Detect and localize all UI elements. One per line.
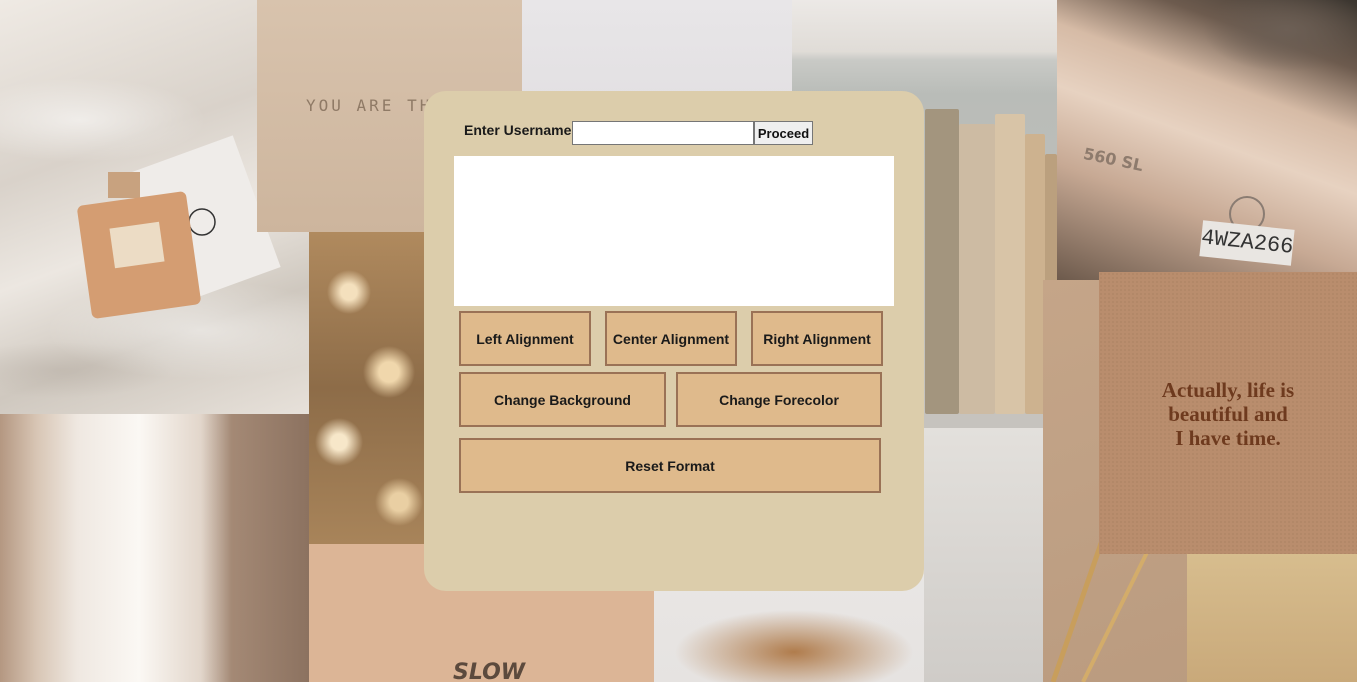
floor-photo xyxy=(924,428,1043,682)
license-plate: 4WZA266 xyxy=(1199,220,1295,266)
username-input[interactable] xyxy=(572,121,754,145)
reset-format-button[interactable]: Reset Format xyxy=(459,438,881,493)
center-alignment-button[interactable]: Center Alignment xyxy=(605,311,737,366)
change-background-button[interactable]: Change Background xyxy=(459,372,666,427)
slow-text: SLOW xyxy=(453,660,526,682)
username-label: Enter Username xyxy=(464,122,572,138)
book-spine xyxy=(995,114,1025,414)
quote-text: Actually, life is beautiful and I have t… xyxy=(1161,378,1295,450)
bag-photo xyxy=(1187,554,1357,682)
quote-photo: Actually, life is beautiful and I have t… xyxy=(1099,272,1357,554)
card-text: YOU ARE TH xyxy=(306,96,433,115)
book-spine xyxy=(1025,134,1045,414)
text-editor-area[interactable] xyxy=(454,156,894,306)
editor-panel: Enter Username Proceed Left Alignment Ce… xyxy=(424,91,924,591)
car-badge: 560 SL xyxy=(1081,143,1145,176)
right-alignment-button[interactable]: Right Alignment xyxy=(751,311,883,366)
left-alignment-button[interactable]: Left Alignment xyxy=(459,311,591,366)
car-photo: 560 SL 4WZA266 xyxy=(1057,0,1357,280)
proceed-button[interactable]: Proceed xyxy=(754,121,813,145)
book-spine xyxy=(959,124,995,414)
water-photo xyxy=(309,232,425,544)
arch-curtain-photo xyxy=(0,414,309,682)
change-forecolor-button[interactable]: Change Forecolor xyxy=(676,372,882,427)
book-spine xyxy=(925,109,959,414)
